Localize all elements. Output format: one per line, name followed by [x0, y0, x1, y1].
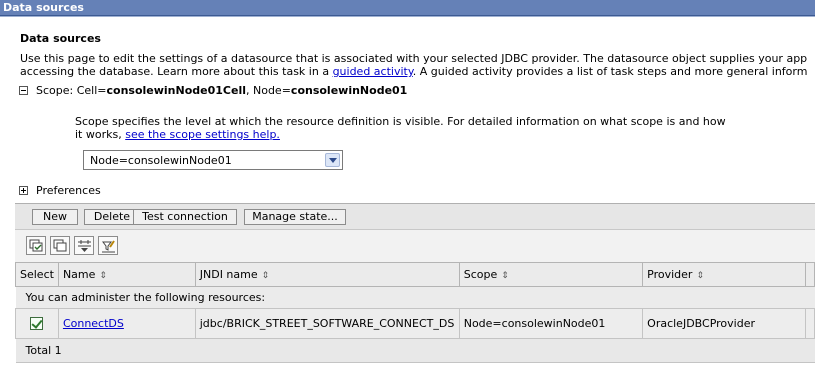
row-checkbox[interactable]: [30, 317, 43, 331]
sort-icon[interactable]: ⇕: [99, 271, 107, 281]
icon-toolbar: [15, 229, 815, 262]
divider: [0, 16, 815, 17]
row-jndi: jdbc/BRICK_STREET_SOFTWARE_CONNECT_DS: [194, 308, 460, 339]
scope-select-value: Node=consolewinNode01: [90, 154, 232, 167]
select-all-icon[interactable]: [26, 236, 46, 255]
table-total: Total 1: [15, 338, 815, 363]
sort-icon[interactable]: ⇕: [501, 271, 509, 281]
datasources-table: Select Name ⇕ JNDI name ⇕ Scope ⇕ Provider ⇕…: [15, 262, 815, 363]
sort-icon[interactable]: ⇕: [262, 271, 270, 281]
scope-cell: consolewinNode01Cell: [106, 84, 247, 97]
description-line-2: accessing the database. Learn more about…: [20, 65, 808, 78]
clear-filter-icon[interactable]: [98, 236, 118, 255]
filter-icon[interactable]: [74, 236, 94, 255]
column-header-select: Select: [15, 262, 59, 287]
scope-select[interactable]: Node=consolewinNode01: [83, 150, 343, 170]
scope-help-link[interactable]: see the scope settings help.: [125, 128, 280, 141]
row-select-cell: [15, 308, 59, 339]
test-connection-button[interactable]: Test connection: [133, 209, 237, 225]
datasource-name-link[interactable]: ConnectDS: [63, 317, 124, 330]
chevron-down-icon[interactable]: [325, 153, 340, 167]
window-title: Data sources: [3, 1, 84, 14]
table-row: ConnectDS jdbc/BRICK_STREET_SOFTWARE_CON…: [15, 308, 815, 339]
action-toolbar: New Delete Test connection Manage state.…: [15, 203, 815, 229]
table-note-row: You can administer the following resourc…: [15, 286, 815, 309]
scope-collapse-icon[interactable]: [19, 86, 28, 95]
row-extra: [805, 308, 815, 339]
page-title: Data sources: [20, 32, 101, 45]
column-header-jndi[interactable]: JNDI name ⇕: [194, 262, 460, 287]
new-button[interactable]: New: [32, 209, 78, 225]
table-header-row: Select Name ⇕ JNDI name ⇕ Scope ⇕ Provider ⇕: [15, 262, 815, 287]
row-provider: OracleJDBCProvider: [642, 308, 806, 339]
title-bar: Data sources: [0, 0, 815, 16]
sort-icon[interactable]: ⇕: [696, 271, 704, 281]
row-scope: Node=consolewinNode01: [458, 308, 644, 339]
preferences-label[interactable]: Preferences: [36, 184, 101, 197]
scope-node: consolewinNode01: [290, 84, 408, 97]
description-line-1: Use this page to edit the settings of a …: [20, 52, 808, 65]
row-name-cell: ConnectDS: [57, 308, 196, 339]
column-header-extra: [805, 262, 815, 287]
table-total-row: Total 1: [15, 338, 815, 363]
page-description: Use this page to edit the settings of a …: [20, 52, 815, 78]
delete-button[interactable]: Delete: [84, 209, 140, 225]
column-header-provider[interactable]: Provider ⇕: [642, 262, 806, 287]
column-header-scope[interactable]: Scope ⇕: [458, 262, 644, 287]
deselect-all-icon[interactable]: [50, 236, 70, 255]
manage-state-button[interactable]: Manage state...: [244, 209, 346, 225]
scope-heading: Scope: Cell=consolewinNode01Cell, Node=c…: [36, 84, 408, 97]
guided-activity-link[interactable]: guided activity: [333, 65, 413, 78]
column-header-name[interactable]: Name ⇕: [57, 262, 196, 287]
scope-description: Scope specifies the level at which the r…: [75, 115, 726, 141]
table-note: You can administer the following resourc…: [15, 286, 815, 309]
preferences-expand-icon[interactable]: [19, 186, 28, 195]
